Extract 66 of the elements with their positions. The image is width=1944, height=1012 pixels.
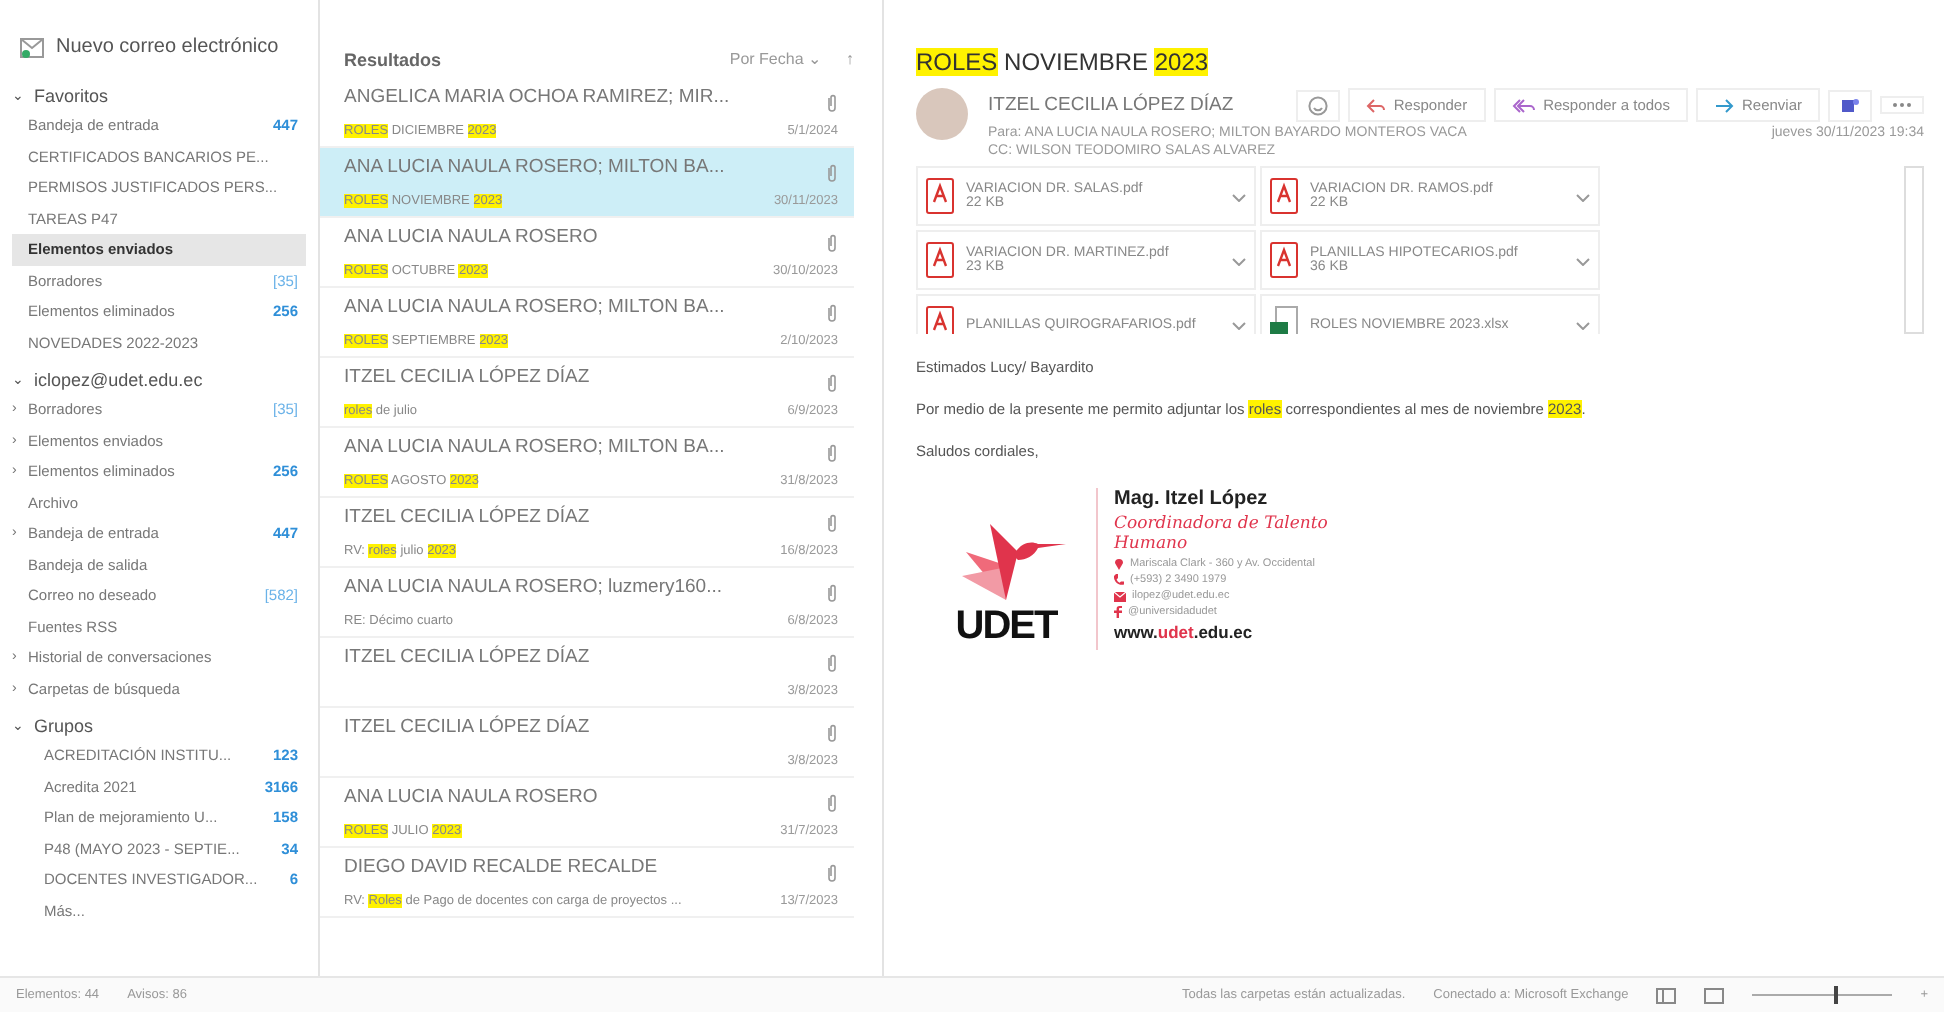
pdf-file-icon bbox=[926, 306, 954, 334]
sender-name: ANA LUCIA NAULA ROSERO; MILTON BA... bbox=[344, 156, 727, 182]
paperclip-icon bbox=[826, 724, 838, 742]
search-highlight: 2023 bbox=[1154, 48, 1209, 76]
sender-name: ITZEL CECILIA LÓPEZ DÍAZ bbox=[988, 94, 1236, 116]
pdf-file-icon bbox=[926, 242, 954, 278]
people-tile-icon bbox=[1840, 95, 1860, 115]
reading-view-icon[interactable] bbox=[1704, 987, 1725, 1003]
pdf-file-icon bbox=[1270, 178, 1298, 214]
paperclip-icon bbox=[826, 164, 838, 182]
paperclip-icon bbox=[826, 444, 838, 462]
phone-icon bbox=[1114, 574, 1124, 586]
forward-arrow-icon bbox=[1713, 97, 1734, 113]
paperclip-icon bbox=[826, 374, 838, 392]
paperclip-icon bbox=[826, 234, 838, 252]
chevron-down-icon bbox=[1576, 321, 1590, 329]
envelope-icon bbox=[1114, 591, 1126, 601]
pdf-file-icon bbox=[1270, 242, 1298, 278]
sender-name: ITZEL CECILIA LÓPEZ DÍAZ bbox=[344, 716, 592, 742]
emoji-button[interactable] bbox=[1295, 89, 1340, 121]
sender-name: ANGELICA MARIA OCHOA RAMIREZ; MIR... bbox=[344, 86, 732, 112]
normal-view-icon[interactable] bbox=[1656, 987, 1677, 1003]
chevron-down-icon bbox=[1232, 257, 1246, 265]
reply-all-arrows-icon bbox=[1511, 97, 1536, 113]
chevron-down-icon bbox=[1232, 193, 1246, 201]
paperclip-icon bbox=[826, 794, 838, 812]
chevron-down-icon bbox=[1576, 193, 1590, 201]
paperclip-icon bbox=[826, 514, 838, 532]
sender-name: ANA LUCIA NAULA ROSERO bbox=[344, 226, 600, 252]
new-mail-icon bbox=[20, 37, 44, 57]
message-subject: ROLES NOVIEMBRE 2023 bbox=[916, 48, 1211, 76]
new-email-button[interactable]: Nuevo correo electrónico bbox=[12, 32, 306, 62]
facebook-icon bbox=[1114, 606, 1122, 618]
more-icon bbox=[1892, 102, 1912, 108]
logo-wordmark: UDET bbox=[955, 604, 1057, 650]
pdf-file-icon bbox=[926, 178, 954, 214]
sender-name: ANA LUCIA NAULA ROSERO; luzmery160... bbox=[344, 576, 725, 602]
chevron-down-icon bbox=[1576, 257, 1590, 265]
chevron-down-icon bbox=[1232, 321, 1246, 329]
sender-name: ANA LUCIA NAULA ROSERO; MILTON BA... bbox=[344, 436, 727, 462]
sender-name: ANA LUCIA NAULA ROSERO bbox=[344, 786, 600, 812]
attachments-scrollbar[interactable] bbox=[1904, 166, 1924, 334]
sender-name: ITZEL CECILIA LÓPEZ DÍAZ bbox=[344, 506, 592, 532]
teams-button[interactable] bbox=[1828, 89, 1872, 121]
sender-name: ANA LUCIA NAULA ROSERO; MILTON BA... bbox=[344, 296, 727, 322]
paperclip-icon bbox=[826, 654, 838, 672]
results-heading: Resultados bbox=[344, 49, 444, 69]
sender-name: ITZEL CECILIA LÓPEZ DÍAZ bbox=[344, 646, 592, 672]
smiley-icon bbox=[1307, 95, 1328, 115]
search-highlight: ROLES bbox=[916, 48, 998, 76]
paperclip-icon bbox=[826, 94, 838, 112]
paperclip-icon bbox=[826, 864, 838, 882]
more-options-button[interactable] bbox=[1880, 96, 1924, 114]
sort-direction-button[interactable]: ↑ bbox=[834, 48, 866, 70]
avatar-placeholder bbox=[916, 88, 968, 140]
location-pin-icon bbox=[1114, 558, 1124, 570]
reply-arrow-icon bbox=[1365, 97, 1386, 113]
signature-role: Coordinadora de Talento Humano bbox=[1114, 514, 1330, 554]
paperclip-icon bbox=[826, 584, 838, 602]
sender-name: DIEGO DAVID RECALDE RECALDE bbox=[344, 856, 660, 882]
sort-dropdown[interactable]: Por Fecha ⌄ bbox=[717, 48, 834, 70]
website-link[interactable]: www.udet.edu.ec bbox=[1114, 622, 1374, 642]
paperclip-icon bbox=[826, 304, 838, 322]
sender-name: ITZEL CECILIA LÓPEZ DÍAZ bbox=[344, 366, 592, 392]
signature-name: Mag. Itzel López bbox=[1114, 488, 1270, 510]
spreadsheet-file-icon bbox=[1270, 306, 1298, 334]
